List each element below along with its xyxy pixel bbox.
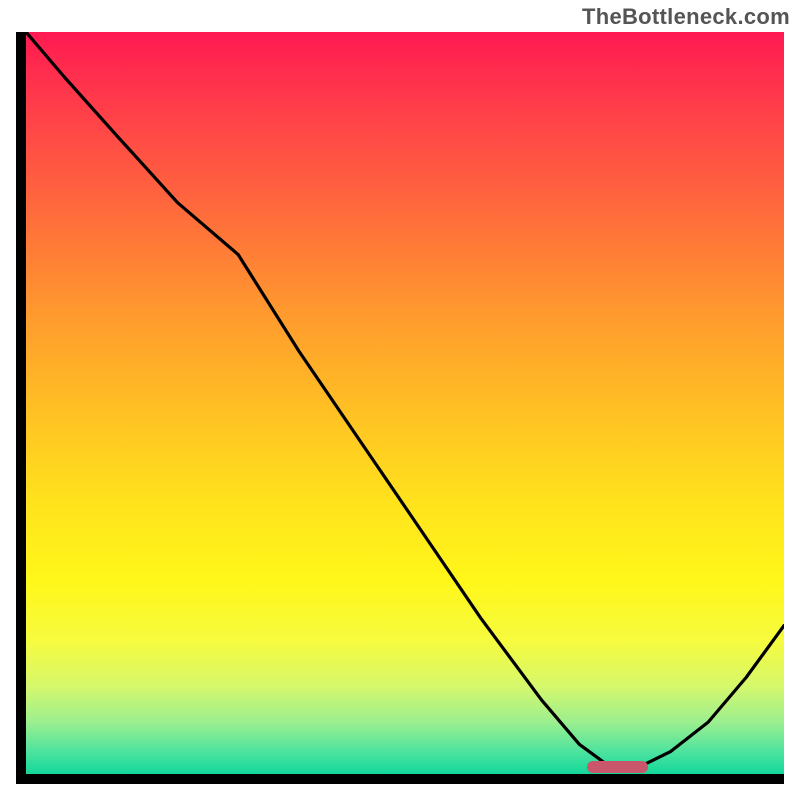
plot-frame [16,32,784,784]
curve-layer [26,32,784,774]
plot-area [26,32,784,774]
watermark-text: TheBottleneck.com [582,4,790,30]
curve-path [26,32,784,767]
minimum-marker [587,761,648,773]
chart-stage: TheBottleneck.com [0,0,800,800]
